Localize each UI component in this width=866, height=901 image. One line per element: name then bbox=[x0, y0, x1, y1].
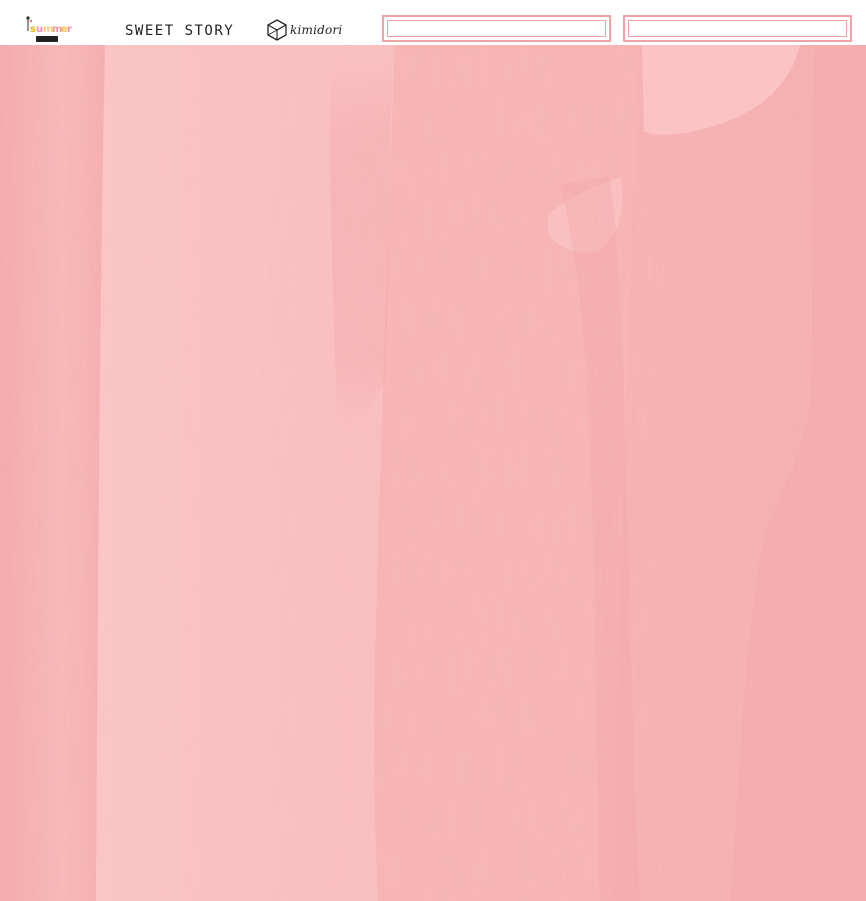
label-box-inner bbox=[628, 20, 847, 37]
summer-brand-logo-icon: s u m m e r bbox=[24, 15, 74, 45]
watercolor-texture bbox=[0, 45, 866, 901]
header: s u m m e r SWEET STORY kimidori bbox=[0, 0, 866, 45]
label-box-inner bbox=[387, 20, 606, 37]
cube-logo-icon bbox=[267, 19, 287, 41]
label-box-left bbox=[382, 15, 611, 42]
kimidori-wordmark: kimidori bbox=[290, 23, 343, 37]
label-box-right bbox=[623, 15, 852, 42]
svg-text:r: r bbox=[67, 24, 72, 35]
pink-watercolor-paper bbox=[0, 45, 866, 901]
kimidori-logo: kimidori bbox=[267, 18, 342, 42]
collection-title: SWEET STORY bbox=[125, 23, 235, 39]
